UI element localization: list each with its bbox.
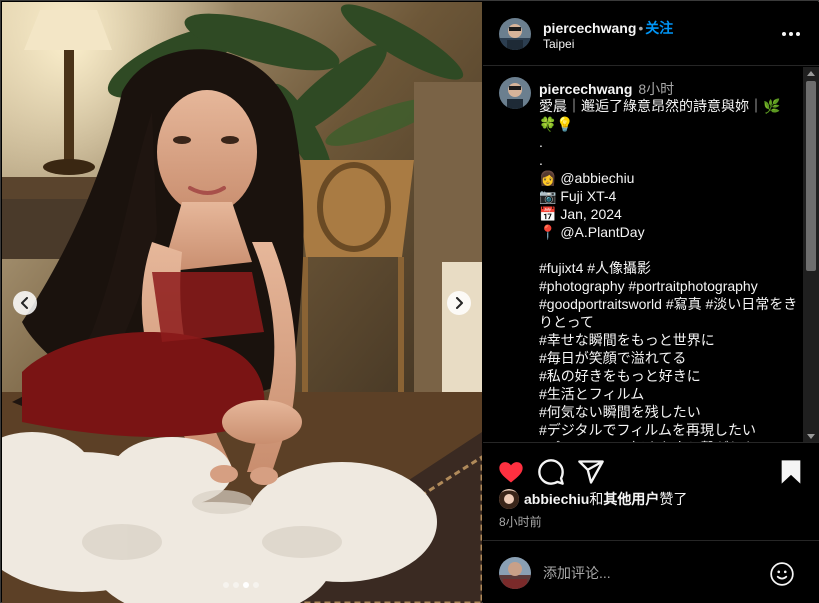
more-horizontal-icon [782,32,800,36]
likes-others[interactable]: 其他用户 [603,489,659,509]
caption-time: 8小时 [638,81,675,97]
smiley-icon [770,562,794,586]
separator-dot: • [638,20,644,36]
likes-summary[interactable]: abbiechiu 和其他用户 赞了 [499,489,687,509]
paper-plane-icon [578,460,604,484]
share-button[interactable] [577,458,605,486]
likes-conj: 和 [589,491,604,507]
carousel-dot [223,582,229,588]
action-bar [483,452,819,492]
author-avatar[interactable] [499,18,531,50]
bookmark-filled-icon [781,460,801,484]
comment-bubble-icon [538,459,564,485]
chevron-left-icon [21,297,28,309]
emoji-button[interactable] [769,561,795,587]
carousel-indicator [223,582,259,588]
carousel-dot [253,582,259,588]
liker-username[interactable]: abbiechiu [524,491,589,507]
caption-author-avatar[interactable] [499,77,531,109]
comments-scroll-area[interactable]: piercechwang 8小时 愛晨｜邂逅了綠意昂然的詩意與妳｜🌿 🍀💡 . .… [483,67,819,443]
liker-avatar [499,489,519,509]
comment-input[interactable] [543,561,753,585]
post-location[interactable]: Taipei [543,37,574,51]
follow-button[interactable]: 关注 [645,20,673,36]
caption-avatar-image [499,77,531,109]
post-side-panel: piercechwang • 关注 Taipei piercechwang 8小… [483,2,819,603]
author-avatar-image [499,18,531,50]
heart-filled-icon [499,462,523,483]
add-comment-bar [483,540,819,603]
like-button[interactable] [497,458,525,486]
carousel-dot [233,582,239,588]
post-modal: piercechwang • 关注 Taipei piercechwang 8小… [0,0,819,603]
post-timestamp[interactable]: 8小时前 [499,513,542,530]
author-username[interactable]: piercechwang [543,20,636,36]
caption-username[interactable]: piercechwang [539,81,632,97]
carousel-dot-active [243,582,249,588]
post-photo[interactable] [2,2,482,603]
save-button[interactable] [777,458,805,486]
carousel-prev-button[interactable] [13,291,37,315]
more-options-button[interactable] [779,24,803,44]
scroll-thumb[interactable] [806,81,816,271]
caption-header: piercechwang 8小时 [539,79,674,99]
portrait-photo-image [2,2,482,603]
author-line: piercechwang • 关注 [543,18,673,38]
scroll-up-arrow-icon[interactable] [807,71,815,76]
scroll-down-arrow-icon[interactable] [807,434,815,439]
scrollbar[interactable] [803,67,819,442]
current-user-avatar [499,557,531,589]
carousel-next-button[interactable] [447,291,471,315]
chevron-right-icon [456,297,463,309]
post-header: piercechwang • 关注 Taipei [483,2,819,66]
likes-suffix: 赞了 [659,491,688,507]
caption-text: 愛晨｜邂逅了綠意昂然的詩意與妳｜🌿 🍀💡 . . 👩 @abbiechiu 📷 … [539,98,798,442]
comment-button[interactable] [537,458,565,486]
